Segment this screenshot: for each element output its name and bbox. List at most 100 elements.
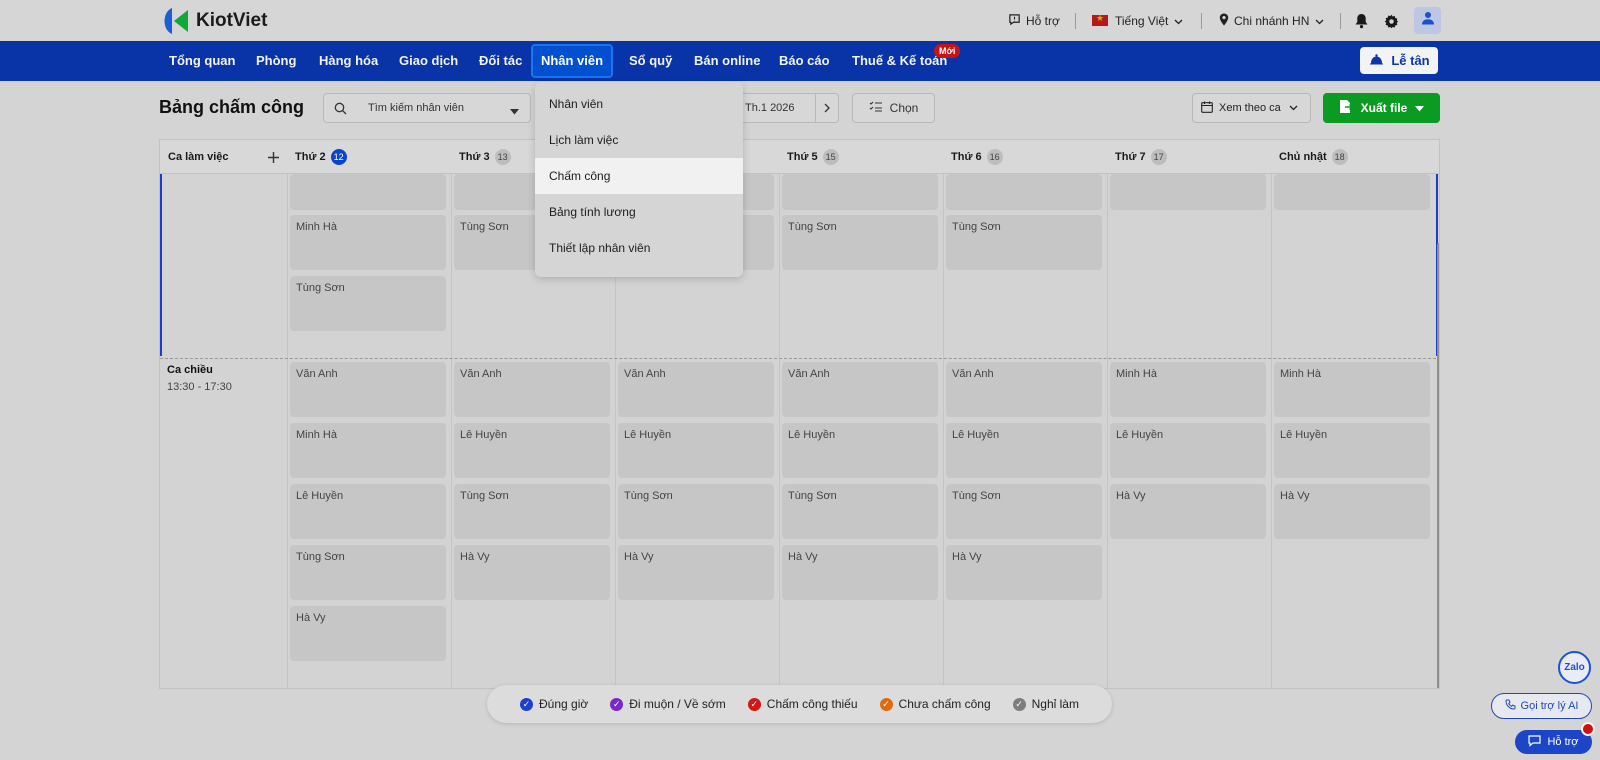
shift-employee-card[interactable]: Tùng Sơn bbox=[946, 215, 1102, 270]
nav-thue-ke-toan[interactable]: Thuế & Kế toán bbox=[852, 41, 947, 81]
shift-employee-card[interactable] bbox=[290, 174, 446, 210]
shift-employee-card[interactable]: Văn Anh bbox=[946, 362, 1102, 417]
floating-help-button[interactable]: Hỗ trợ bbox=[1515, 730, 1592, 754]
branch-selector[interactable]: Chi nhánh HN bbox=[1219, 0, 1324, 41]
export-file-button[interactable]: Xuất file bbox=[1323, 93, 1440, 123]
shift-employee-card[interactable]: Hà Vy bbox=[1110, 484, 1266, 539]
divider bbox=[1201, 13, 1202, 29]
shift-employee-card[interactable]: Lê Huyền bbox=[618, 423, 774, 478]
check-circle-icon: ✓ bbox=[1012, 697, 1026, 711]
menu-item-cham-cong[interactable]: Chấm công bbox=[535, 158, 743, 194]
nav-nhan-vien[interactable]: Nhân viên bbox=[531, 44, 613, 78]
add-shift-icon[interactable] bbox=[265, 149, 281, 165]
selection-border bbox=[160, 174, 162, 356]
view-mode-label: Xem theo ca bbox=[1219, 102, 1281, 114]
zalo-chat-button[interactable]: Zalo bbox=[1558, 651, 1591, 684]
column-divider bbox=[779, 174, 780, 688]
shift-employee-card[interactable]: Lê Huyền bbox=[1274, 423, 1430, 478]
vietnam-flag-icon bbox=[1092, 13, 1108, 26]
shift-employee-card[interactable]: Tùng Sơn bbox=[946, 484, 1102, 539]
menu-item-nhan-vien[interactable]: Nhân viên bbox=[535, 86, 743, 122]
nav-doi-tac[interactable]: Đối tác bbox=[479, 41, 522, 81]
shift-employee-card[interactable]: Văn Anh bbox=[454, 362, 610, 417]
shift-employee-card[interactable]: Minh Hà bbox=[290, 215, 446, 270]
shift-employee-card[interactable]: Tùng Sơn bbox=[782, 215, 938, 270]
legend-item: ✓ Chưa chấm công bbox=[879, 697, 991, 711]
day-name: Thứ 6 bbox=[951, 151, 982, 163]
shift-employee-card[interactable]: Hà Vy bbox=[290, 606, 446, 661]
view-mode-select[interactable]: Xem theo ca bbox=[1192, 93, 1311, 123]
nav-so-quy[interactable]: Sổ quỹ bbox=[629, 41, 672, 81]
shift-employee-card[interactable] bbox=[1274, 174, 1430, 210]
shift-employee-card[interactable] bbox=[946, 174, 1102, 210]
shift-employee-card[interactable]: Văn Anh bbox=[618, 362, 774, 417]
divider bbox=[1075, 13, 1076, 29]
location-pin-icon bbox=[1219, 13, 1229, 29]
shift-employee-card[interactable] bbox=[1110, 174, 1266, 210]
scrollbar[interactable] bbox=[1437, 243, 1439, 688]
menu-item-bang-tinh-luong[interactable]: Bảng tính lương bbox=[535, 194, 743, 230]
employee-search-input[interactable]: Tìm kiếm nhân viên bbox=[323, 93, 531, 123]
language-selector[interactable]: Tiếng Việt bbox=[1092, 0, 1183, 41]
shift-employee-card[interactable]: Tùng Sơn bbox=[290, 545, 446, 600]
day-column-header: Thứ 7 17 bbox=[1107, 140, 1167, 174]
status-legend: ✓ Đúng giờ ✓ Đi muộn / Về sớm ✓ Chấm công thi… bbox=[487, 685, 1112, 723]
shift-employee-card[interactable]: Văn Anh bbox=[782, 362, 938, 417]
shift-employee-card[interactable]: Hà Vy bbox=[454, 545, 610, 600]
nav-phong[interactable]: Phòng bbox=[256, 41, 296, 81]
day-number-badge: 16 bbox=[986, 149, 1003, 166]
search-placeholder: Tìm kiếm nhân viên bbox=[368, 102, 464, 114]
shift-employee-card[interactable]: Hà Vy bbox=[1274, 484, 1430, 539]
legend-item: ✓ Nghỉ làm bbox=[1012, 697, 1079, 711]
menu-item-lich-lam-viec[interactable]: Lịch làm việc bbox=[535, 122, 743, 158]
shift-employee-card[interactable]: Minh Hà bbox=[1274, 362, 1430, 417]
day-column-header: Chủ nhật 18 bbox=[1271, 140, 1348, 174]
nav-tong-quan[interactable]: Tổng quan bbox=[169, 41, 235, 81]
column-divider bbox=[1271, 174, 1272, 688]
notification-bell-icon[interactable] bbox=[1352, 12, 1370, 30]
shift-employee-card[interactable]: Lê Huyền bbox=[290, 484, 446, 539]
nav-ban-online[interactable]: Bán online bbox=[694, 41, 760, 81]
notification-dot bbox=[1581, 722, 1595, 736]
shift-employee-card[interactable]: Lê Huyền bbox=[782, 423, 938, 478]
shift-employee-card[interactable]: Minh Hà bbox=[290, 423, 446, 478]
shift-employee-card[interactable] bbox=[782, 174, 938, 210]
ai-assistant-button[interactable]: Gọi trợ lý AI bbox=[1491, 693, 1592, 719]
shift-employee-card[interactable]: Tùng Sơn bbox=[782, 484, 938, 539]
user-avatar[interactable] bbox=[1414, 7, 1441, 34]
date-navigator[interactable]: Th.1 2026 bbox=[730, 93, 839, 123]
reception-button[interactable]: Lễ tân bbox=[1360, 47, 1438, 74]
menu-item-thiet-lap-nhan-vien[interactable]: Thiết lập nhân viên bbox=[535, 230, 743, 266]
support-link[interactable]: Hỗ trợ bbox=[1008, 0, 1060, 41]
file-export-icon bbox=[1339, 99, 1353, 117]
shift-employee-card[interactable]: Hà Vy bbox=[618, 545, 774, 600]
legend-item: ✓ Đi muộn / Về sớm bbox=[610, 697, 726, 711]
kiotviet-logo-icon bbox=[158, 6, 190, 36]
reception-label: Lễ tân bbox=[1391, 53, 1430, 68]
nav-hang-hoa[interactable]: Hàng hóa bbox=[319, 41, 378, 81]
nav-giao-dich[interactable]: Giao dịch bbox=[399, 41, 458, 81]
shift-employee-card[interactable]: Minh Hà bbox=[1110, 362, 1266, 417]
column-divider bbox=[451, 174, 452, 688]
settings-gear-icon[interactable] bbox=[1382, 12, 1400, 30]
shift-employee-card[interactable]: Văn Anh bbox=[290, 362, 446, 417]
choose-button[interactable]: Chọn bbox=[852, 93, 935, 123]
shift-employee-card[interactable]: Lê Huyền bbox=[946, 423, 1102, 478]
day-column-header: Thứ 3 13 bbox=[451, 140, 511, 174]
day-name: Thứ 2 bbox=[295, 151, 326, 163]
next-period-icon[interactable] bbox=[824, 103, 830, 116]
nav-bao-cao[interactable]: Báo cáo bbox=[779, 41, 830, 81]
shift-employee-card[interactable]: Lê Huyền bbox=[454, 423, 610, 478]
shift-employee-card[interactable]: Tùng Sơn bbox=[290, 276, 446, 331]
page-title: Bảng chấm công bbox=[159, 97, 305, 117]
phone-icon bbox=[1505, 699, 1516, 713]
shift-employee-card[interactable]: Tùng Sơn bbox=[618, 484, 774, 539]
divider bbox=[1340, 13, 1341, 29]
brand-logo[interactable]: KiotViet bbox=[158, 6, 267, 36]
day-name: Thứ 7 bbox=[1115, 151, 1146, 163]
shift-employee-card[interactable]: Hà Vy bbox=[946, 545, 1102, 600]
shift-employee-card[interactable]: Tùng Sơn bbox=[454, 484, 610, 539]
shift-employee-card[interactable]: Lê Huyền bbox=[1110, 423, 1266, 478]
chevron-down-icon bbox=[1174, 14, 1183, 28]
shift-employee-card[interactable]: Hà Vy bbox=[782, 545, 938, 600]
